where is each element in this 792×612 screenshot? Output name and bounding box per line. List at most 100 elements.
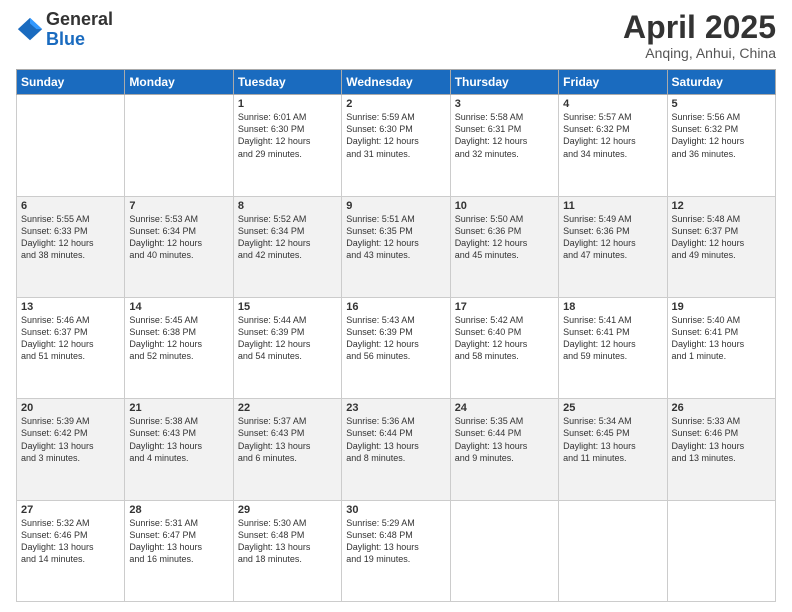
day-info: Sunrise: 5:34 AM Sunset: 6:45 PM Dayligh… [563,415,662,464]
day-number: 14 [129,301,228,313]
day-info: Sunrise: 5:56 AM Sunset: 6:32 PM Dayligh… [672,111,771,160]
calendar-cell: 4Sunrise: 5:57 AM Sunset: 6:32 PM Daylig… [559,95,667,196]
calendar-header-thursday: Thursday [450,70,558,95]
calendar-week-3: 13Sunrise: 5:46 AM Sunset: 6:37 PM Dayli… [17,297,776,398]
calendar-cell: 19Sunrise: 5:40 AM Sunset: 6:41 PM Dayli… [667,297,775,398]
day-number: 26 [672,402,771,414]
calendar-cell: 18Sunrise: 5:41 AM Sunset: 6:41 PM Dayli… [559,297,667,398]
day-number: 1 [238,98,337,110]
day-info: Sunrise: 5:44 AM Sunset: 6:39 PM Dayligh… [238,314,337,363]
day-number: 16 [346,301,445,313]
calendar-cell: 26Sunrise: 5:33 AM Sunset: 6:46 PM Dayli… [667,399,775,500]
day-info: Sunrise: 5:51 AM Sunset: 6:35 PM Dayligh… [346,213,445,262]
page: General Blue April 2025 Anqing, Anhui, C… [0,0,792,612]
calendar-cell: 12Sunrise: 5:48 AM Sunset: 6:37 PM Dayli… [667,196,775,297]
day-info: Sunrise: 5:57 AM Sunset: 6:32 PM Dayligh… [563,111,662,160]
calendar-cell [559,500,667,601]
day-info: Sunrise: 6:01 AM Sunset: 6:30 PM Dayligh… [238,111,337,160]
day-info: Sunrise: 5:53 AM Sunset: 6:34 PM Dayligh… [129,213,228,262]
location: Anqing, Anhui, China [623,45,776,61]
day-number: 2 [346,98,445,110]
day-info: Sunrise: 5:29 AM Sunset: 6:48 PM Dayligh… [346,517,445,566]
day-number: 13 [21,301,120,313]
calendar-cell: 5Sunrise: 5:56 AM Sunset: 6:32 PM Daylig… [667,95,775,196]
day-info: Sunrise: 5:38 AM Sunset: 6:43 PM Dayligh… [129,415,228,464]
day-info: Sunrise: 5:45 AM Sunset: 6:38 PM Dayligh… [129,314,228,363]
calendar-header-wednesday: Wednesday [342,70,450,95]
day-info: Sunrise: 5:42 AM Sunset: 6:40 PM Dayligh… [455,314,554,363]
day-info: Sunrise: 5:36 AM Sunset: 6:44 PM Dayligh… [346,415,445,464]
calendar-cell [667,500,775,601]
day-number: 7 [129,200,228,212]
calendar-cell: 2Sunrise: 5:59 AM Sunset: 6:30 PM Daylig… [342,95,450,196]
day-number: 15 [238,301,337,313]
day-number: 29 [238,504,337,516]
calendar-cell: 29Sunrise: 5:30 AM Sunset: 6:48 PM Dayli… [233,500,341,601]
day-number: 25 [563,402,662,414]
day-number: 10 [455,200,554,212]
calendar-cell [450,500,558,601]
day-number: 23 [346,402,445,414]
day-number: 30 [346,504,445,516]
day-info: Sunrise: 5:37 AM Sunset: 6:43 PM Dayligh… [238,415,337,464]
day-number: 27 [21,504,120,516]
calendar-cell: 9Sunrise: 5:51 AM Sunset: 6:35 PM Daylig… [342,196,450,297]
calendar-cell: 27Sunrise: 5:32 AM Sunset: 6:46 PM Dayli… [17,500,125,601]
calendar-cell: 25Sunrise: 5:34 AM Sunset: 6:45 PM Dayli… [559,399,667,500]
calendar-header-sunday: Sunday [17,70,125,95]
day-number: 11 [563,200,662,212]
calendar-cell: 7Sunrise: 5:53 AM Sunset: 6:34 PM Daylig… [125,196,233,297]
day-info: Sunrise: 5:55 AM Sunset: 6:33 PM Dayligh… [21,213,120,262]
calendar-week-1: 1Sunrise: 6:01 AM Sunset: 6:30 PM Daylig… [17,95,776,196]
day-number: 19 [672,301,771,313]
calendar-week-5: 27Sunrise: 5:32 AM Sunset: 6:46 PM Dayli… [17,500,776,601]
calendar-header-monday: Monday [125,70,233,95]
logo: General Blue [16,10,113,50]
day-info: Sunrise: 5:33 AM Sunset: 6:46 PM Dayligh… [672,415,771,464]
calendar-cell: 6Sunrise: 5:55 AM Sunset: 6:33 PM Daylig… [17,196,125,297]
calendar-cell: 24Sunrise: 5:35 AM Sunset: 6:44 PM Dayli… [450,399,558,500]
logo-text: General Blue [46,10,113,50]
calendar-cell: 16Sunrise: 5:43 AM Sunset: 6:39 PM Dayli… [342,297,450,398]
calendar-week-4: 20Sunrise: 5:39 AM Sunset: 6:42 PM Dayli… [17,399,776,500]
title-block: April 2025 Anqing, Anhui, China [623,10,776,61]
day-info: Sunrise: 5:35 AM Sunset: 6:44 PM Dayligh… [455,415,554,464]
day-info: Sunrise: 5:31 AM Sunset: 6:47 PM Dayligh… [129,517,228,566]
calendar-cell: 15Sunrise: 5:44 AM Sunset: 6:39 PM Dayli… [233,297,341,398]
day-info: Sunrise: 5:58 AM Sunset: 6:31 PM Dayligh… [455,111,554,160]
day-info: Sunrise: 5:39 AM Sunset: 6:42 PM Dayligh… [21,415,120,464]
calendar-header-friday: Friday [559,70,667,95]
day-number: 17 [455,301,554,313]
day-info: Sunrise: 5:41 AM Sunset: 6:41 PM Dayligh… [563,314,662,363]
day-number: 21 [129,402,228,414]
calendar-cell: 20Sunrise: 5:39 AM Sunset: 6:42 PM Dayli… [17,399,125,500]
calendar-header-saturday: Saturday [667,70,775,95]
day-number: 28 [129,504,228,516]
header: General Blue April 2025 Anqing, Anhui, C… [16,10,776,61]
calendar-cell: 3Sunrise: 5:58 AM Sunset: 6:31 PM Daylig… [450,95,558,196]
month-title: April 2025 [623,10,776,45]
calendar-week-2: 6Sunrise: 5:55 AM Sunset: 6:33 PM Daylig… [17,196,776,297]
calendar-cell: 22Sunrise: 5:37 AM Sunset: 6:43 PM Dayli… [233,399,341,500]
day-number: 9 [346,200,445,212]
day-info: Sunrise: 5:30 AM Sunset: 6:48 PM Dayligh… [238,517,337,566]
calendar-cell: 28Sunrise: 5:31 AM Sunset: 6:47 PM Dayli… [125,500,233,601]
calendar-cell: 23Sunrise: 5:36 AM Sunset: 6:44 PM Dayli… [342,399,450,500]
day-number: 8 [238,200,337,212]
calendar-cell: 1Sunrise: 6:01 AM Sunset: 6:30 PM Daylig… [233,95,341,196]
calendar-cell: 11Sunrise: 5:49 AM Sunset: 6:36 PM Dayli… [559,196,667,297]
day-number: 22 [238,402,337,414]
calendar-cell: 13Sunrise: 5:46 AM Sunset: 6:37 PM Dayli… [17,297,125,398]
day-info: Sunrise: 5:52 AM Sunset: 6:34 PM Dayligh… [238,213,337,262]
day-info: Sunrise: 5:49 AM Sunset: 6:36 PM Dayligh… [563,213,662,262]
calendar-cell: 30Sunrise: 5:29 AM Sunset: 6:48 PM Dayli… [342,500,450,601]
day-info: Sunrise: 5:40 AM Sunset: 6:41 PM Dayligh… [672,314,771,363]
logo-blue: Blue [46,30,113,50]
calendar-cell: 10Sunrise: 5:50 AM Sunset: 6:36 PM Dayli… [450,196,558,297]
calendar-header-tuesday: Tuesday [233,70,341,95]
day-number: 3 [455,98,554,110]
day-number: 4 [563,98,662,110]
calendar-cell: 8Sunrise: 5:52 AM Sunset: 6:34 PM Daylig… [233,196,341,297]
logo-icon [16,16,44,44]
calendar-cell: 14Sunrise: 5:45 AM Sunset: 6:38 PM Dayli… [125,297,233,398]
